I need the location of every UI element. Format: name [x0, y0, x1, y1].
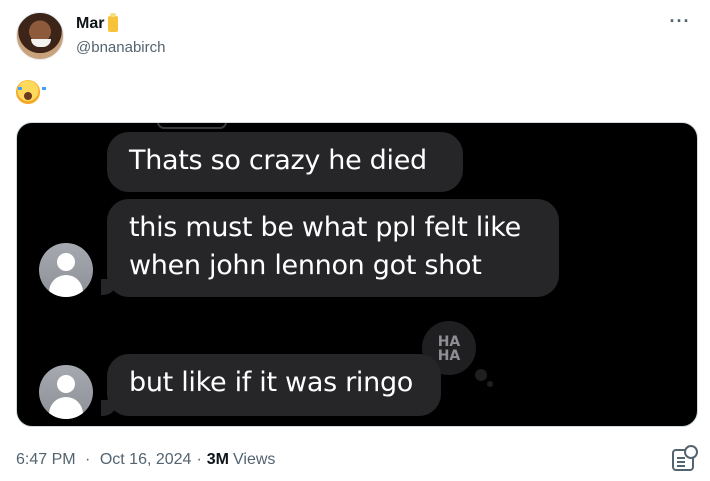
tapback-line-2: HA [437, 348, 461, 364]
bubble-tail [101, 279, 117, 295]
author-name-row: Mar [76, 13, 119, 34]
message-text: this must be what ppl felt like when joh… [129, 212, 521, 281]
post-timestamp-link[interactable]: 6:47 PM · Oct 16, 2024 [16, 450, 191, 470]
post-time: 6:47 PM [16, 451, 76, 468]
contact-avatar-icon [39, 243, 93, 297]
meta-separator: · [85, 451, 91, 468]
author-handle[interactable]: @bnanabirch [76, 38, 165, 58]
views-label: Views [233, 451, 276, 468]
loudly-crying-face-emoji-icon [16, 80, 46, 104]
more-options-icon[interactable]: ··· [664, 12, 696, 38]
tapback-dot-small [487, 381, 493, 387]
post-header: Mar @bnanabirch ··· [16, 12, 696, 64]
bubble-tail [101, 400, 117, 416]
post-meta: 6:47 PM · Oct 16, 2024 · 3M Views [16, 450, 275, 470]
author-avatar[interactable] [16, 12, 64, 60]
post-text [16, 80, 46, 110]
message-bubble: Thats so crazy he died [107, 132, 463, 192]
previous-message-fragment [157, 123, 227, 129]
post-media-image[interactable]: Thats so crazy he died this must be what… [16, 122, 698, 427]
message-text: Thats so crazy he died [129, 145, 427, 176]
message-bubble: but like if it was ringo [107, 354, 441, 416]
contact-avatar-icon [39, 365, 93, 419]
analytics-icon[interactable] [672, 445, 698, 471]
message-text: but like if it was ringo [129, 367, 413, 398]
message-bubble: this must be what ppl felt like when joh… [107, 199, 559, 297]
tapback-dot [475, 369, 487, 381]
post-date: Oct 16, 2024 [99, 451, 192, 468]
author-display-name[interactable]: Mar [76, 14, 104, 34]
views-count: 3M [206, 451, 230, 468]
meta-separator: · [196, 451, 202, 468]
juice-box-emoji-icon [108, 13, 119, 32]
